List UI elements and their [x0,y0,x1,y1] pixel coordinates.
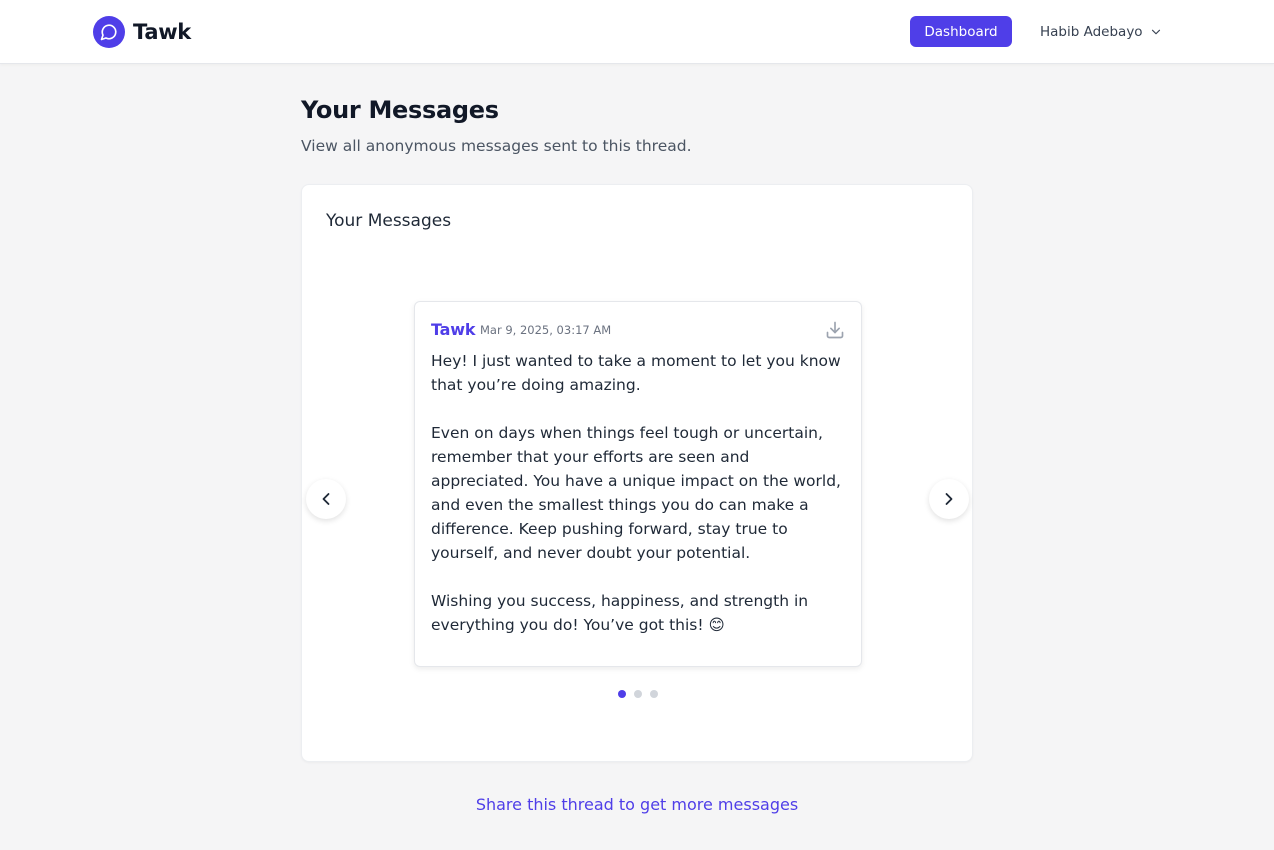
message-paragraph: Hey! I just wanted to take a moment to l… [431,352,841,394]
carousel-next-button[interactable] [929,479,969,519]
message-paragraph: Even on days when things feel tough or u… [431,424,841,562]
page-title: Your Messages [301,96,499,124]
messages-card-title: Your Messages [326,211,452,231]
carousel-dots [618,690,658,698]
user-name: Habib Adebayo [1040,24,1143,40]
message-body: Hey! I just wanted to take a moment to l… [431,349,851,637]
brand-name: Tawk [133,20,191,44]
chevron-down-icon [1151,29,1160,35]
page-subtitle: View all anonymous messages sent to this… [301,137,692,155]
chevron-right-icon [945,493,953,505]
download-button[interactable] [825,320,845,340]
carousel-dot[interactable] [618,690,626,698]
download-icon [826,321,844,339]
message-paragraph: Wishing you success, happiness, and stre… [431,592,809,634]
carousel-dot[interactable] [634,690,642,698]
user-menu[interactable]: Habib Adebayo [1040,20,1163,44]
message-timestamp: Mar 9, 2025, 03:17 AM [480,323,612,337]
message-card: Tawk Mar 9, 2025, 03:17 AM Hey! I just w… [414,301,862,667]
carousel-dot[interactable] [650,690,658,698]
chevron-left-icon [322,493,330,505]
top-navbar: Tawk Dashboard Habib Adebayo [0,0,1274,64]
message-brand: Tawk [431,320,476,339]
dashboard-button[interactable]: Dashboard [910,16,1012,47]
messages-card: Your Messages Tawk Mar 9, 2025, 03:17 AM… [301,184,973,762]
share-thread-link[interactable]: Share this thread to get more messages [0,795,1274,814]
chat-bubble-icon [93,16,125,48]
carousel-prev-button[interactable] [306,479,346,519]
brand[interactable]: Tawk [93,16,191,48]
